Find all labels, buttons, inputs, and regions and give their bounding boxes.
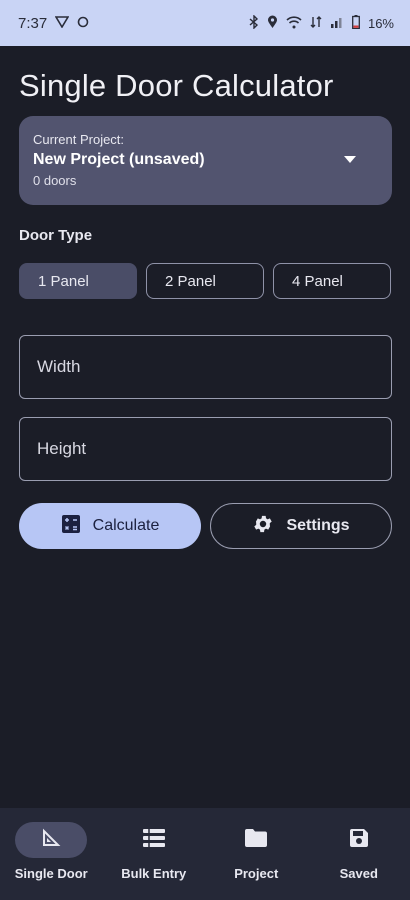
page-title: Single Door Calculator [19, 68, 334, 103]
calculate-label: Calculate [92, 517, 160, 534]
data-icon [310, 15, 322, 31]
bluetooth-icon [249, 14, 259, 31]
signal-icon [330, 16, 344, 30]
nav-item-project[interactable]: Project [205, 808, 308, 900]
nav-label: Single Door [14, 866, 88, 881]
door-type-2-panel-button[interactable]: 2 Panel [146, 263, 264, 299]
battery-percent: 16% [367, 15, 394, 31]
calculate-button[interactable]: Calculate [19, 503, 201, 549]
door-type-1-panel-button[interactable]: 1 Panel [19, 263, 137, 299]
folder-icon [244, 828, 268, 853]
location-icon [267, 15, 278, 31]
circle-status-icon [77, 16, 89, 30]
door-type-4-panel-button[interactable]: 4 Panel [273, 263, 391, 299]
project-name: New Project (unsaved) [33, 151, 205, 168]
height-input[interactable]: Height [19, 417, 392, 481]
wifi-icon [286, 15, 302, 31]
project-label: Current Project: [33, 132, 125, 147]
bottom-navigation: Single Door Bulk Entry Project Saved [0, 808, 410, 900]
gear-icon [252, 513, 274, 540]
nav-label: Bulk Entry [121, 866, 187, 881]
save-icon [349, 828, 369, 853]
door-type-label: Door Type [19, 227, 93, 244]
nav-label: Project [234, 866, 279, 881]
calculator-icon [61, 514, 81, 539]
settings-button[interactable]: Settings [210, 503, 392, 549]
width-input[interactable]: Width [19, 335, 392, 399]
project-selector[interactable]: Current Project: New Project (unsaved) 0… [19, 116, 392, 205]
nav-item-saved[interactable]: Saved [308, 808, 410, 900]
nav-item-bulk-entry[interactable]: Bulk Entry [103, 808, 206, 900]
nav-item-single-door[interactable]: Single Door [0, 808, 103, 900]
list-icon [142, 828, 165, 852]
settings-label: Settings [286, 517, 350, 534]
project-door-count: 0 doors [33, 173, 77, 188]
status-time: 7:37 [18, 14, 48, 32]
set-square-icon [41, 828, 61, 853]
battery-icon [352, 15, 360, 31]
chevron-down-icon [344, 156, 356, 163]
nav-icon-indicator [15, 822, 88, 858]
nav-label: Saved [339, 866, 378, 881]
notification-icon [54, 16, 70, 30]
status-bar: 7:37 16% [0, 0, 410, 46]
